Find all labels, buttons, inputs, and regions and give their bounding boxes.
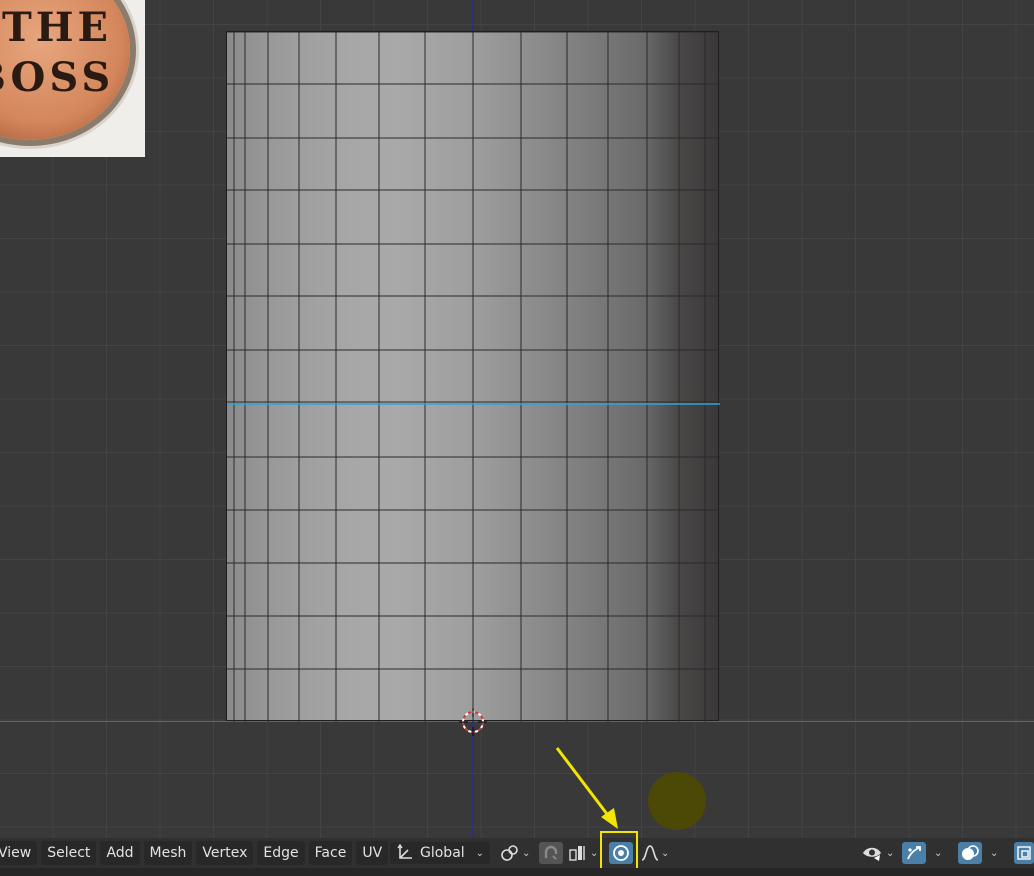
menu-uv[interactable]: UV [356, 841, 389, 865]
toggle-xray-icon [1017, 846, 1031, 860]
pivot-point-dropdown[interactable]: ⌄ [500, 842, 530, 864]
reference-text-line-1: THE [2, 4, 113, 51]
menu-view[interactable]: View [0, 841, 38, 865]
chevron-down-icon: ⌄ [990, 847, 999, 859]
chevron-down-icon: ⌄ [590, 847, 599, 859]
menu-add[interactable]: Add [100, 841, 140, 865]
snap-icon [544, 845, 558, 860]
overlays-dropdown[interactable]: ⌄ [958, 842, 998, 864]
snap-target-icon [569, 846, 585, 861]
cylinder-mesh[interactable] [226, 31, 720, 722]
chevron-down-icon: ⌄ [475, 847, 484, 859]
gizmo-icon [907, 846, 921, 860]
chevron-down-icon: ⌄ [934, 847, 943, 859]
status-strip [0, 868, 1034, 876]
snap-target-dropdown[interactable]: ⌄ [568, 842, 598, 864]
menu-vertex[interactable]: Vertex [196, 841, 254, 865]
header-menu: View Select Add Mesh Vertex Edge Face UV [0, 841, 389, 865]
reference-text-line-2: BOSS [0, 54, 115, 101]
menu-select[interactable]: Select [41, 841, 97, 865]
object-visibility-dropdown[interactable]: ⌄ [862, 842, 894, 864]
chevron-down-icon: ⌄ [522, 847, 531, 859]
3d-cursor-icon[interactable] [459, 708, 487, 736]
mouse-click-indicator [648, 772, 706, 830]
snap-toggle[interactable] [539, 842, 563, 864]
transform-orientation-value: Global [420, 845, 465, 861]
gizmo-toggle[interactable] [902, 842, 926, 864]
overlays-toggle[interactable] [958, 842, 982, 864]
overlays-icon [962, 845, 979, 860]
object-visibility-icon [863, 847, 881, 861]
menu-edge[interactable]: Edge [257, 841, 305, 865]
toggle-xray-button[interactable] [1014, 842, 1034, 864]
reference-image: THE BOSS [0, 0, 145, 157]
chevron-down-icon: ⌄ [886, 847, 895, 859]
3d-viewport[interactable]: THE BOSS [0, 0, 1034, 838]
pivot-point-icon [501, 845, 518, 861]
gizmo-dropdown[interactable]: ⌄ [902, 842, 942, 864]
transform-orientation-icon [397, 844, 412, 859]
menu-face[interactable]: Face [308, 841, 353, 865]
proportional-falloff-dropdown[interactable]: ⌄ [641, 842, 669, 864]
menu-mesh[interactable]: Mesh [143, 841, 193, 865]
chevron-down-icon: ⌄ [661, 847, 670, 859]
transform-orientation-dropdown[interactable]: Global ⌄ [390, 842, 490, 864]
mesh-wireframe [227, 32, 720, 722]
falloff-curve-icon [641, 845, 659, 861]
viewport-header: View Select Add Mesh Vertex Edge Face UV… [0, 838, 1034, 868]
highlight-box [600, 831, 638, 871]
